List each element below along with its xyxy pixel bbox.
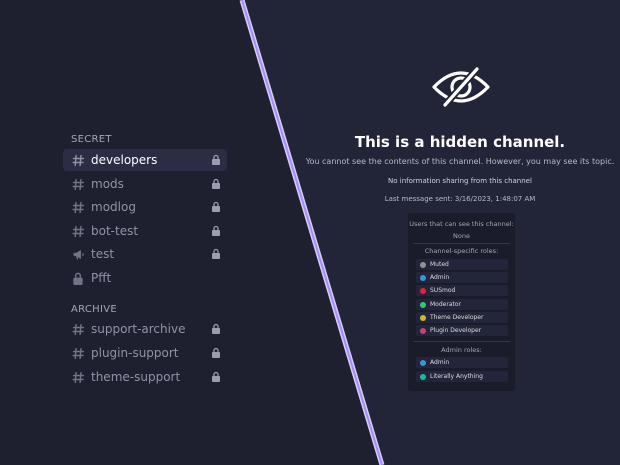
split-divider xyxy=(239,0,385,465)
